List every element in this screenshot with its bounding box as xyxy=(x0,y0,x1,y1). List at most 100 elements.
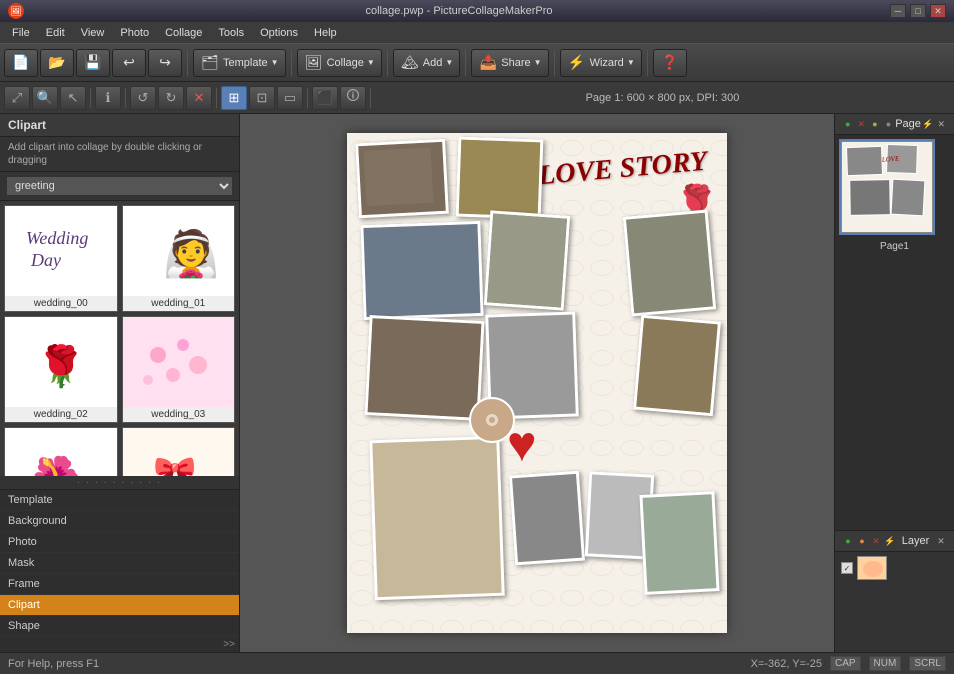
page-panel-close[interactable]: ✕ xyxy=(934,117,948,131)
page-circle-button[interactable]: ● xyxy=(882,117,896,131)
wizard-icon: ⚡ xyxy=(567,53,587,73)
tb2-zoom-button[interactable]: 🔍 xyxy=(32,86,58,110)
menu-view[interactable]: View xyxy=(73,25,113,41)
tb2-redo2-button[interactable]: ↻ xyxy=(158,86,184,110)
menu-photo[interactable]: Photo xyxy=(112,25,157,41)
wizard-button[interactable]: ⚡ Wizard ▼ xyxy=(560,49,642,77)
tb2-move-button[interactable]: ⤢ xyxy=(4,86,30,110)
titlebar: 🖼 collage.pwp - PictureCollageMakerPro ─… xyxy=(0,0,954,22)
tb2-sep-3 xyxy=(216,88,217,108)
photo-frame-10[interactable] xyxy=(509,471,585,566)
page-close-button[interactable]: ✕ xyxy=(855,117,869,131)
main-toolbar: 📄 📂 💾 ↩ ↪ 🗂 Template ▼ 🖼 Collage ▼ 🏔 Add… xyxy=(0,44,954,82)
svg-text:🌺: 🌺 xyxy=(31,454,81,477)
menu-tools[interactable]: Tools xyxy=(210,25,252,41)
close-button[interactable]: ✕ xyxy=(930,4,946,18)
layer-orange-button[interactable]: ● xyxy=(855,534,869,548)
expand-button[interactable]: >> xyxy=(223,639,235,650)
clipart-item-4[interactable]: 🌺 wedding_04 xyxy=(4,427,118,476)
add-dropdown-arrow: ▼ xyxy=(445,58,453,67)
collage-label: Collage xyxy=(327,57,364,69)
scroll-indicator: · · · · · · · · · · xyxy=(0,476,239,489)
tb2-sep-5 xyxy=(370,88,371,108)
help-button[interactable]: ❓ xyxy=(653,49,687,77)
undo-button[interactable]: ↩ xyxy=(112,49,146,77)
layer-delete-button[interactable]: ✕ xyxy=(869,534,883,548)
share-dropdown-arrow: ▼ xyxy=(534,58,542,67)
photo-frame-3[interactable] xyxy=(360,221,483,320)
clipart-item-5[interactable]: 🎀 wedding_05 xyxy=(122,427,236,476)
menubar: File Edit View Photo Collage Tools Optio… xyxy=(0,22,954,44)
left-panel: Clipart Add clipart into collage by doub… xyxy=(0,114,240,652)
layer-panel-close[interactable]: ✕ xyxy=(934,534,948,548)
photo-frame-2[interactable] xyxy=(456,137,544,220)
maximize-button[interactable]: □ xyxy=(910,4,926,18)
layer-add-button[interactable]: ● xyxy=(841,534,855,548)
layer-item-1[interactable]: ✓ xyxy=(837,554,952,582)
section-template[interactable]: Template xyxy=(0,490,239,511)
template-icon: 🗂 xyxy=(200,53,220,73)
add-button[interactable]: 🏔 Add ▼ xyxy=(393,49,461,77)
tb2-select-button[interactable]: ↖ xyxy=(60,86,86,110)
save-button[interactable]: 💾 xyxy=(76,49,110,77)
page-thumb-1[interactable]: LOVE xyxy=(839,139,935,235)
add-icon: 🏔 xyxy=(400,53,420,73)
menu-collage[interactable]: Collage xyxy=(157,25,210,41)
clipart-preview-2: 🌹 xyxy=(5,317,117,407)
tb2-undo2-button[interactable]: ↺ xyxy=(130,86,156,110)
photo-frame-12[interactable] xyxy=(639,491,719,595)
clipart-item-0[interactable]: Wedding Day wedding_00 xyxy=(4,205,118,312)
svg-text:LOVE: LOVE xyxy=(880,154,900,164)
tb2-info-button[interactable]: ℹ xyxy=(95,86,121,110)
photo-frame-9[interactable] xyxy=(369,436,505,600)
menu-options[interactable]: Options xyxy=(252,25,306,41)
share-button[interactable]: 📤 Share ▼ xyxy=(471,49,548,77)
collage-button[interactable]: 🖼 Collage ▼ xyxy=(297,49,382,77)
photo-frame-4[interactable] xyxy=(484,210,570,310)
page-add-button[interactable]: ● xyxy=(841,117,855,131)
tb2-view-button[interactable]: ▭ xyxy=(277,86,303,110)
tb2-export-button[interactable]: ⬛ xyxy=(312,86,338,110)
clipart-item-1[interactable]: 👰 wedding_01 xyxy=(122,205,236,312)
menu-file[interactable]: File xyxy=(4,25,38,41)
open-button[interactable]: 📂 xyxy=(40,49,74,77)
scroll-dots: · · · · · · · · · · xyxy=(77,478,162,487)
menu-edit[interactable]: Edit xyxy=(38,25,73,41)
section-photo[interactable]: Photo xyxy=(0,532,239,553)
wizard-dropdown-arrow: ▼ xyxy=(627,58,635,67)
photo-frame-8[interactable] xyxy=(633,315,721,417)
section-mask-label: Mask xyxy=(8,557,34,569)
photo-frame-1[interactable] xyxy=(355,139,449,219)
menu-help[interactable]: Help xyxy=(306,25,345,41)
new-button[interactable]: 📄 xyxy=(4,49,38,77)
collage-icon: 🖼 xyxy=(304,53,324,73)
layer-checkbox-1[interactable]: ✓ xyxy=(841,562,853,574)
layer-preview-1 xyxy=(857,556,887,580)
statusbar: For Help, press F1 X=-362, Y=-25 CAP NUM… xyxy=(0,652,954,674)
clipart-item-3[interactable]: wedding_03 xyxy=(122,316,236,423)
tb2-fit-button[interactable]: ⊞ xyxy=(221,86,247,110)
page-panel-lightning[interactable]: ⚡ xyxy=(921,117,935,131)
clipart-filter-area: greeting wedding birthday holiday nature xyxy=(0,172,239,201)
tb2-settings-button[interactable]: 🛈 xyxy=(340,86,366,110)
section-background[interactable]: Background xyxy=(0,511,239,532)
section-clipart-label: Clipart xyxy=(8,599,40,611)
redo-button[interactable]: ↪ xyxy=(148,49,182,77)
minimize-button[interactable]: ─ xyxy=(890,4,906,18)
window-controls: ─ □ ✕ xyxy=(890,4,946,18)
page-panel-title: Page xyxy=(895,118,921,130)
clipart-filter-select[interactable]: greeting wedding birthday holiday nature xyxy=(6,176,233,196)
template-button[interactable]: 🗂 Template ▼ xyxy=(193,49,286,77)
section-frame[interactable]: Frame xyxy=(0,574,239,595)
page-info-button[interactable]: ● xyxy=(868,117,882,131)
layer-lightning-button[interactable]: ⚡ xyxy=(883,534,897,548)
photo-frame-5[interactable] xyxy=(623,209,716,316)
layer-content: ✓ xyxy=(835,552,954,652)
tb2-expand-button[interactable]: ⊡ xyxy=(249,86,275,110)
tb2-delete-button[interactable]: ✕ xyxy=(186,86,212,110)
section-mask[interactable]: Mask xyxy=(0,553,239,574)
section-shape[interactable]: Shape xyxy=(0,616,239,637)
collage-canvas[interactable]: LOVE STORY 🌹 xyxy=(347,133,727,633)
clipart-item-2[interactable]: 🌹 wedding_02 xyxy=(4,316,118,423)
section-clipart[interactable]: Clipart xyxy=(0,595,239,616)
